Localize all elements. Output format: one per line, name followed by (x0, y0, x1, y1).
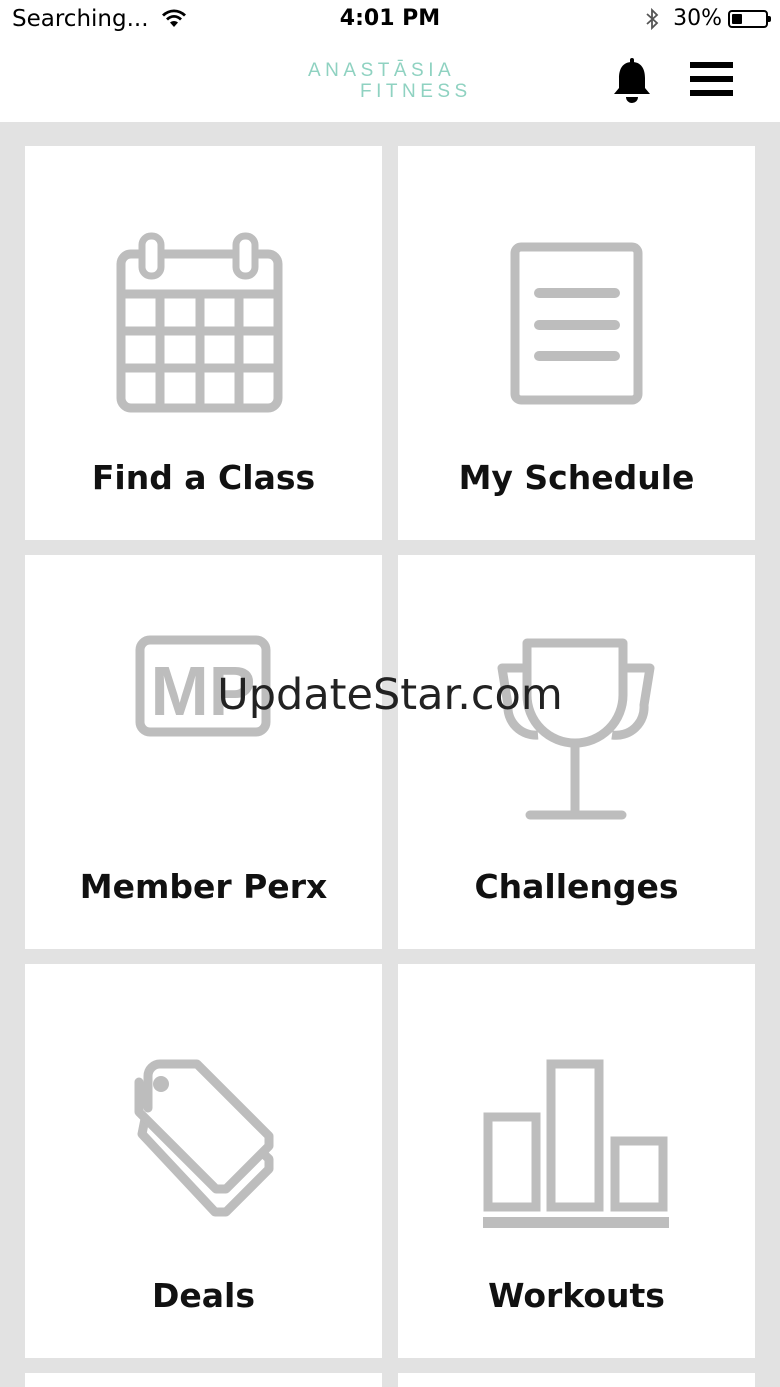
status-bar: Searching... 4:01 PM 30% (0, 0, 780, 40)
tag-icon (134, 1059, 274, 1217)
tile-partial-left[interactable] (25, 1373, 382, 1387)
logo-line-2: FITNESS (360, 81, 472, 102)
battery-icon (728, 9, 771, 28)
tile-label: Challenges (474, 867, 679, 906)
bar-chart-icon (483, 1059, 669, 1228)
status-right: 30% (645, 6, 771, 31)
hamburger-menu-icon[interactable] (690, 62, 734, 98)
tile-workouts[interactable]: Workouts (398, 964, 755, 1358)
bluetooth-icon (646, 7, 659, 30)
tile-my-schedule[interactable]: My Schedule (398, 146, 755, 540)
tile-label: Member Perx (79, 867, 328, 906)
tile-label: My Schedule (458, 458, 695, 497)
document-icon (510, 242, 643, 405)
logo-line-1: ANASTĀSIA (308, 60, 456, 81)
calendar-icon (116, 232, 283, 413)
app-header: ANASTĀSIA FITNESS (0, 40, 780, 122)
tile-partial-right[interactable] (398, 1373, 755, 1387)
tile-label: Workouts (488, 1276, 665, 1315)
watermark-text: UpdateStar.com (217, 670, 563, 720)
notification-bell-icon[interactable] (612, 58, 652, 104)
tile-label: Find a Class (91, 458, 316, 497)
tile-challenges[interactable]: Challenges (398, 555, 755, 949)
tile-label: Deals (152, 1276, 255, 1315)
tile-member-perx[interactable]: MP Member Perx (25, 555, 382, 949)
app-logo[interactable]: ANASTĀSIA FITNESS (308, 60, 472, 102)
tile-deals[interactable]: Deals (25, 964, 382, 1358)
battery-percent: 30% (673, 6, 722, 31)
battery-fill (732, 13, 742, 24)
tile-find-a-class[interactable]: Find a Class (25, 146, 382, 540)
